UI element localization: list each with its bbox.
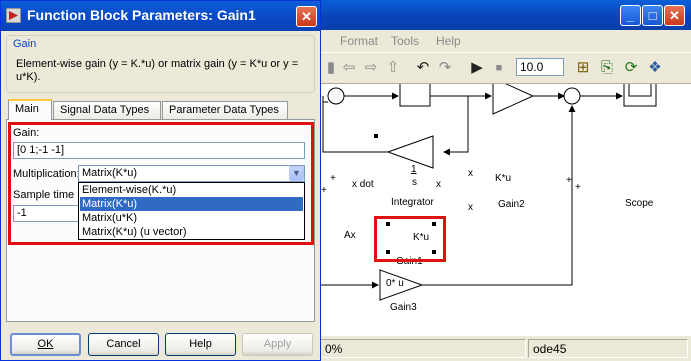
sum2-sign-2: +	[575, 182, 581, 193]
status-solver: ode45	[528, 339, 688, 358]
highlight-box	[8, 122, 314, 245]
close-button[interactable]: ✕	[664, 5, 685, 26]
toolbar-separator-icon: ▮	[326, 59, 336, 76]
menu-help[interactable]: Help	[436, 34, 461, 48]
sum1-sign: +	[330, 173, 336, 184]
selection-handle[interactable]	[432, 222, 436, 226]
stop-simulation-icon[interactable]: ■	[490, 59, 508, 77]
update-diagram-icon[interactable]: ⎘	[598, 59, 616, 77]
menu-bar: Format Tools Help	[318, 31, 691, 51]
back-arrow-icon[interactable]: ⇦	[340, 59, 358, 77]
selection-handle[interactable]	[432, 250, 436, 254]
integrator-block	[399, 84, 431, 107]
status-bar: 0% ode45	[318, 337, 691, 361]
selection-handle[interactable]	[386, 222, 390, 226]
ok-button[interactable]: OK	[10, 333, 81, 356]
signal-x-3: x	[468, 202, 473, 213]
forward-arrow-icon[interactable]: ⇨	[362, 59, 380, 77]
refresh-icon[interactable]: ⟳	[622, 59, 640, 77]
integrator-name: Integrator	[391, 197, 434, 208]
apply-button-label: Apply	[263, 338, 292, 350]
block-diagram	[318, 84, 657, 301]
maximize-button[interactable]: □	[642, 5, 663, 26]
block-description: Element-wise gain (y = K.*u) or matrix g…	[16, 58, 299, 83]
simulink-icon[interactable]	[6, 8, 21, 23]
stop-time-input[interactable]: 10.0	[516, 58, 564, 76]
signal-x-1: x	[436, 179, 441, 190]
ok-button-label: OK	[37, 338, 54, 350]
help-button-label: Help	[189, 338, 212, 350]
gain2-name: Gain2	[498, 199, 525, 210]
diagram-canvas[interactable]: + + x dot 1 s Integrator x x x K*u Gain2…	[318, 84, 691, 336]
tab-main[interactable]: Main	[8, 99, 52, 120]
selection-handle[interactable]	[386, 250, 390, 254]
redo-icon[interactable]: ↷	[436, 59, 454, 77]
model-window: _ □ ✕ Format Tools Help ▮ ⇦ ⇨ ⇧ ↶ ↷ ▶ ■ …	[318, 0, 691, 361]
gain3-expression: 0* u	[386, 278, 404, 289]
scope-name: Scope	[625, 198, 654, 209]
signal-x-2: x	[468, 168, 473, 179]
gain2-block	[492, 84, 535, 115]
apply-button[interactable]: Apply	[242, 333, 313, 356]
cancel-button-label: Cancel	[106, 338, 141, 350]
groupbox-legend: Gain	[11, 38, 39, 50]
help-button[interactable]: Help	[165, 333, 236, 356]
tab-parameter-data-types[interactable]: Parameter Data Types	[162, 101, 288, 119]
model-window-titlebar: _ □ ✕	[318, 0, 691, 30]
library-browser-icon[interactable]: ❖	[646, 59, 664, 77]
signal-ax: Ax	[344, 230, 356, 241]
sum-block-2	[563, 87, 581, 105]
sum1-sign-2: +	[321, 185, 327, 196]
up-arrow-icon[interactable]: ⇧	[384, 59, 402, 77]
gain2-expression: K*u	[495, 173, 512, 184]
undo-icon[interactable]: ↶	[414, 59, 432, 77]
block-parameters-dialog: Function Block Parameters: Gain1 ✕ Gain …	[0, 0, 321, 361]
dialog-title: Function Block Parameters: Gain1	[27, 7, 256, 23]
integrator-denominator: s	[412, 177, 417, 188]
toolbar: ▮ ⇦ ⇨ ⇧ ↶ ↷ ▶ ■ 10.0 ⊞ ⎘ ⟳ ❖	[318, 52, 691, 84]
sum-block-1	[327, 87, 345, 105]
tab-signal-data-types[interactable]: Signal Data Types	[53, 101, 161, 119]
status-zoom: 0%	[320, 339, 526, 358]
menu-format[interactable]: Format	[340, 34, 378, 48]
parameter-tabs: Main Signal Data Types Parameter Data Ty…	[6, 99, 315, 120]
sum2-sign: +	[566, 175, 572, 186]
gain3-name: Gain3	[390, 302, 417, 313]
start-simulation-icon[interactable]: ▶	[468, 59, 486, 77]
build-icon[interactable]: ⊞	[574, 59, 592, 77]
menu-tools[interactable]: Tools	[391, 34, 419, 48]
signal-xdot: x dot	[352, 179, 374, 190]
integrator-numerator: 1	[411, 164, 417, 175]
minimize-button[interactable]: _	[620, 5, 641, 26]
dialog-close-button[interactable]: ✕	[296, 6, 317, 27]
dialog-titlebar: Function Block Parameters: Gain1 ✕	[1, 1, 320, 31]
cancel-button[interactable]: Cancel	[88, 333, 159, 356]
